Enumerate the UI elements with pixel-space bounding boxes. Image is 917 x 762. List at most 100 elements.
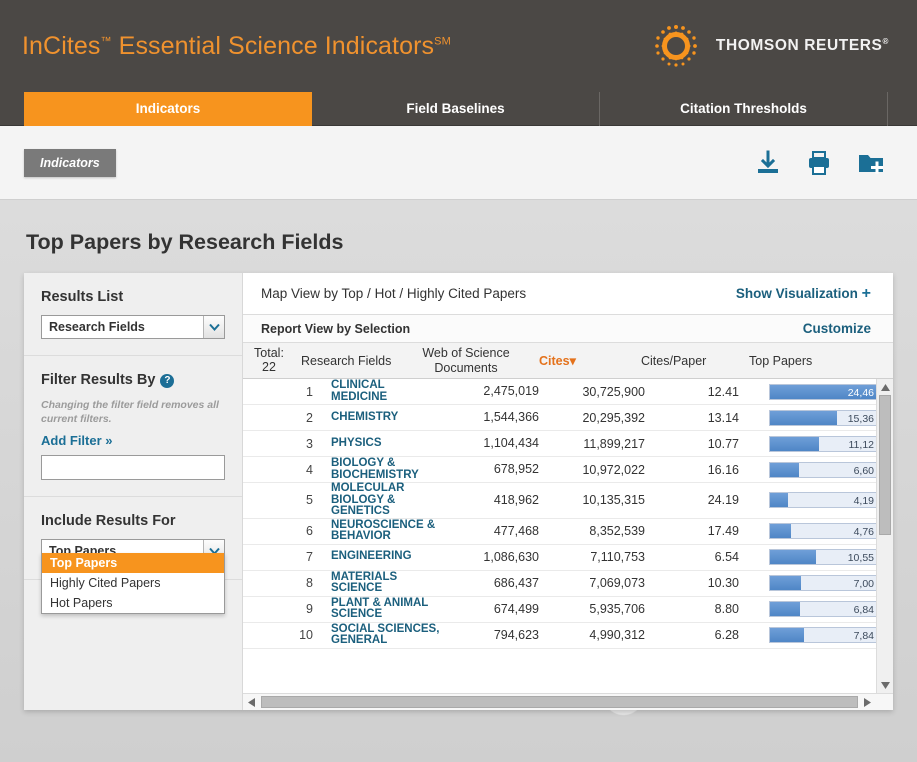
row-top-papers-cell: 7,84: [761, 627, 893, 643]
download-icon[interactable]: [755, 150, 781, 176]
customize-link[interactable]: Customize: [803, 321, 871, 336]
scroll-down-arrow-icon[interactable]: [877, 677, 893, 693]
top-papers-bar-value: 6,84: [853, 604, 874, 616]
top-papers-bar: 7,84: [769, 627, 877, 643]
row-research-field-link[interactable]: PHYSICS: [321, 437, 441, 450]
tab-citation-thresholds[interactable]: Citation Thresholds: [600, 92, 888, 126]
show-visualization-link[interactable]: Show Visualization +: [736, 285, 871, 303]
dropdown-option-hot-papers[interactable]: Hot Papers: [42, 593, 224, 613]
add-to-folder-icon[interactable]: [857, 150, 885, 176]
row-rank: 10: [299, 628, 313, 642]
row-cites: 5,935,706: [589, 602, 645, 616]
table-row[interactable]: 1 CLINICAL MEDICINE 2,475,019 30,725,900 12.…: [243, 379, 893, 405]
results-list-select[interactable]: Research Fields: [41, 315, 225, 339]
top-papers-bar-value: 15,36: [847, 412, 874, 425]
tab-indicators[interactable]: Indicators: [24, 92, 312, 126]
column-header-cites-per-paper[interactable]: Cites/Paper: [621, 354, 731, 368]
table-row[interactable]: 3 PHYSICS 1,104,434 11,899,217 10.77 11,12: [243, 431, 893, 457]
horizontal-scrollbar-thumb[interactable]: [261, 696, 858, 708]
thomson-reuters-mark-icon: [655, 25, 697, 67]
thomson-reuters-wordmark: THOMSON REUTERS®: [716, 37, 889, 55]
table-row[interactable]: 6 NEUROSCIENCE & BEHAVIOR 477,468 8,352,539…: [243, 519, 893, 545]
report-view-bar: Report View by Selection Customize: [243, 315, 893, 343]
show-visualization-label: Show Visualization: [735, 285, 858, 301]
row-top-papers-cell: 4,76: [761, 523, 893, 539]
results-list-selected-value: Research Fields: [49, 320, 145, 334]
row-cites: 10,135,315: [582, 493, 645, 508]
filter-input[interactable]: [41, 455, 225, 481]
row-research-field-link[interactable]: PLANT & ANIMAL SCIENCE: [321, 597, 441, 621]
scroll-right-arrow-icon[interactable]: [859, 694, 876, 711]
top-papers-bar-fill: [770, 462, 799, 477]
row-cites-per-paper: 17.49: [707, 524, 739, 538]
top-papers-bar-fill: [770, 550, 816, 564]
top-papers-bar-value: 4,76: [853, 526, 874, 538]
row-research-field-link[interactable]: BIOLOGY & BIOCHEMISTRY: [321, 457, 441, 481]
top-papers-bar-value: 7,00: [853, 578, 874, 590]
top-papers-bar: 15,36: [769, 409, 877, 426]
dropdown-option-top-papers[interactable]: Top Papers: [42, 553, 224, 574]
top-papers-bar-value: 7,84: [853, 630, 874, 642]
filter-heading: Filter Results By?: [41, 372, 226, 388]
product-title-sm: SM: [434, 35, 451, 48]
company-tm: ®: [882, 36, 889, 46]
help-icon[interactable]: ?: [160, 374, 175, 388]
table-row[interactable]: 9 PLANT & ANIMAL SCIENCE 674,499 5,935,706 8…: [243, 597, 893, 623]
row-cites-per-paper: 12.41: [707, 384, 739, 399]
chevron-down-icon[interactable]: [203, 316, 224, 338]
row-rank: 4: [306, 462, 313, 477]
row-wos-documents: 2,475,019: [483, 384, 539, 399]
table-row[interactable]: 8 MATERIALS SCIENCE 686,437 7,069,073 10.30 7…: [243, 571, 893, 597]
top-papers-bar-fill: [770, 493, 789, 508]
sort-caret-icon: ▾: [569, 354, 576, 368]
column-header-research-fields[interactable]: Research Fields: [291, 354, 411, 368]
row-cites-per-paper: 6.54: [714, 550, 739, 564]
main-panel: Results List Research Fields Filter Resu…: [24, 273, 893, 710]
dropdown-option-highly-cited-papers[interactable]: Highly Cited Papers: [42, 573, 224, 593]
sidebar-section-include-results: Include Results For Top Papers Top Paper…: [24, 497, 242, 615]
tab-field-baselines[interactable]: Field Baselines: [312, 92, 600, 126]
row-research-field-link[interactable]: SOCIAL SCIENCES, GENERAL: [321, 623, 441, 647]
table-row[interactable]: 4 BIOLOGY & BIOCHEMISTRY 678,952 10,972,022…: [243, 457, 893, 483]
row-research-field-link[interactable]: NEUROSCIENCE & BEHAVIOR: [321, 519, 441, 543]
row-cites: 20,295,392: [582, 410, 645, 425]
table-row[interactable]: 2 CHEMISTRY 1,544,366 20,295,392 13.14 15,36: [243, 405, 893, 431]
row-rank: 3: [306, 436, 313, 451]
vertical-scrollbar[interactable]: [876, 379, 893, 693]
column-header-cites[interactable]: Cites▾: [521, 353, 621, 368]
row-research-field-link[interactable]: ENGINEERING: [321, 551, 441, 563]
top-papers-bar-fill: [770, 524, 792, 538]
row-top-papers-cell: 10,55: [761, 549, 893, 565]
top-papers-bar: 4,76: [769, 523, 877, 539]
column-header-wos-documents[interactable]: Web of Science Documents: [411, 346, 521, 375]
table-row[interactable]: 7 ENGINEERING 1,086,630 7,110,753 6.54 10,55: [243, 545, 893, 571]
add-filter-link[interactable]: Add Filter »: [41, 433, 113, 448]
plus-icon: +: [861, 284, 871, 302]
row-research-field-link[interactable]: CLINICAL MEDICINE: [321, 379, 441, 403]
row-top-papers-cell: 6,60: [761, 461, 893, 478]
top-papers-bar: 6,84: [769, 601, 877, 617]
row-cites: 7,069,073: [589, 576, 645, 590]
table-row[interactable]: 10 SOCIAL SCIENCES, GENERAL 794,623 4,990,3…: [243, 623, 893, 649]
row-wos-documents: 477,468: [493, 523, 539, 538]
row-cites-per-paper: 10.77: [707, 436, 739, 451]
row-cites-per-paper: 24.19: [707, 493, 739, 508]
scroll-left-arrow-icon[interactable]: [243, 694, 260, 711]
table-row[interactable]: 5 MOLECULAR BIOLOGY & GENETICS 418,962 10,1…: [243, 482, 893, 519]
vertical-scrollbar-thumb[interactable]: [879, 395, 891, 535]
row-research-field-link[interactable]: CHEMISTRY: [321, 411, 441, 424]
table-body: 1 CLINICAL MEDICINE 2,475,019 30,725,900 12.…: [243, 379, 893, 693]
row-rank: 7: [306, 550, 313, 564]
top-papers-bar-value: 6,60: [853, 464, 874, 477]
product-title-incites: InCites: [22, 31, 101, 60]
row-cites: 10,972,022: [582, 462, 645, 477]
print-icon[interactable]: [806, 150, 832, 176]
top-papers-bar-fill: [770, 436, 819, 451]
horizontal-scrollbar[interactable]: [243, 693, 893, 710]
main-tabs: Indicators Field Baselines Citation Thre…: [0, 92, 917, 126]
scroll-up-arrow-icon[interactable]: [877, 379, 893, 395]
row-research-field-link[interactable]: MOLECULAR BIOLOGY & GENETICS: [321, 482, 441, 518]
breadcrumb-indicators[interactable]: Indicators: [24, 148, 116, 177]
column-header-top-papers[interactable]: Top Papers: [731, 354, 893, 368]
row-research-field-link[interactable]: MATERIALS SCIENCE: [321, 571, 441, 595]
